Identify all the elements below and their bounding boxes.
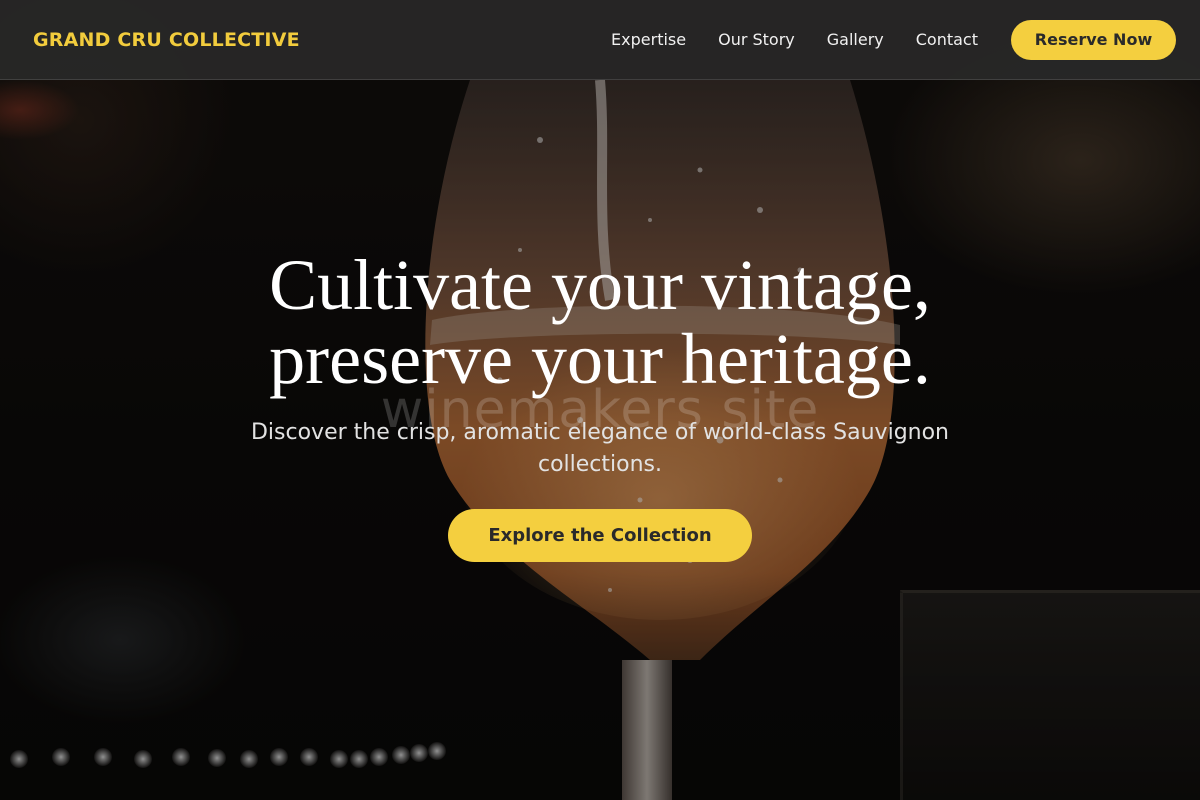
headline-line-1: Cultivate your vintage,	[269, 245, 931, 325]
hero-section: GRAND CRU COLLECTIVE Expertise Our Story…	[0, 0, 1200, 800]
explore-collection-button[interactable]: Explore the Collection	[448, 509, 752, 562]
site-header: GRAND CRU COLLECTIVE Expertise Our Story…	[0, 0, 1200, 80]
hero-headline: Cultivate your vintage, preserve your he…	[150, 248, 1050, 396]
nav-link-gallery[interactable]: Gallery	[827, 30, 884, 49]
nav-link-expertise[interactable]: Expertise	[611, 30, 686, 49]
hero-content: winemakers site Cultivate your vintage, …	[0, 0, 1200, 800]
hero-subheading: Discover the crisp, aromatic elegance of…	[250, 420, 950, 477]
main-nav: Expertise Our Story Gallery Contact Rese…	[611, 19, 1176, 60]
headline-line-2: preserve your heritage.	[269, 319, 931, 399]
site-logo[interactable]: GRAND CRU COLLECTIVE	[33, 29, 300, 51]
nav-link-contact[interactable]: Contact	[916, 30, 978, 49]
nav-link-our-story[interactable]: Our Story	[718, 30, 795, 49]
reserve-now-button[interactable]: Reserve Now	[1011, 19, 1176, 60]
